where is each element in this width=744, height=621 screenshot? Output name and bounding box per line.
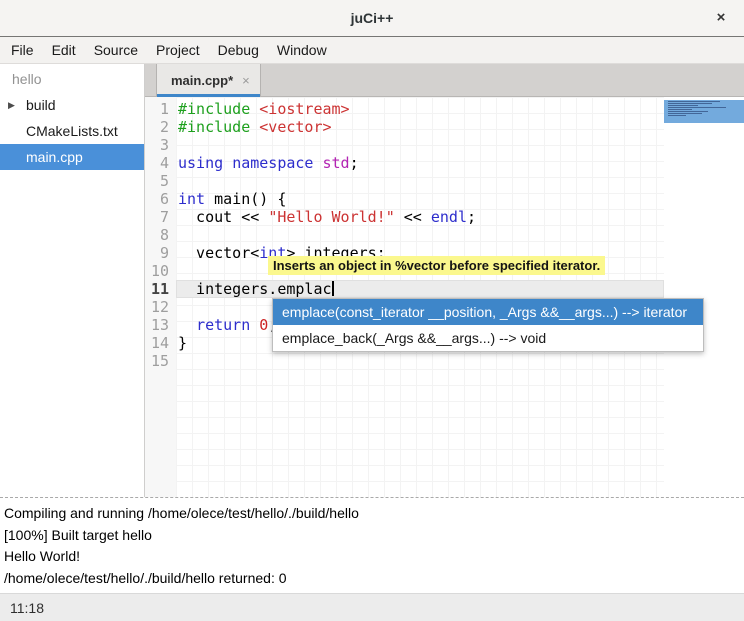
line-number: 14 xyxy=(145,334,176,352)
menu-item-debug[interactable]: Debug xyxy=(209,37,268,63)
window-title: juCi++ xyxy=(351,10,394,26)
code-line[interactable]: 5 xyxy=(145,172,664,190)
project-name: hello xyxy=(0,64,144,92)
code-line[interactable]: 1#include <iostream> xyxy=(145,100,664,118)
output-line: Compiling and running /home/olece/test/h… xyxy=(4,503,744,525)
code-line[interactable]: 6int main() { xyxy=(145,190,664,208)
code-line[interactable]: 7 cout << "Hello World!" << endl; xyxy=(145,208,664,226)
line-number: 3 xyxy=(145,136,176,154)
code-line-text[interactable] xyxy=(176,352,664,370)
file-tree-sidebar: hello ▶build CMakeLists.txt main.cpp xyxy=(0,64,145,497)
expander-icon[interactable]: ▶ xyxy=(8,100,15,111)
menu-item-file[interactable]: File xyxy=(2,37,43,63)
completion-item[interactable]: emplace_back(_Args &&__args...) --> void xyxy=(273,325,703,351)
menu-item-project[interactable]: Project xyxy=(147,37,209,63)
line-number: 6 xyxy=(145,190,176,208)
line-number: 4 xyxy=(145,154,176,172)
menubar: FileEditSourceProjectDebugWindow xyxy=(0,37,744,64)
file-tree: ▶build CMakeLists.txt main.cpp xyxy=(0,92,144,170)
window-close-icon[interactable]: × xyxy=(712,9,730,27)
code-line-text[interactable]: int main() { xyxy=(176,190,664,208)
menu-item-source[interactable]: Source xyxy=(85,37,147,63)
output-line: /home/olece/test/hello/./build/hello ret… xyxy=(4,568,744,590)
code-line-text[interactable]: cout << "Hello World!" << endl; xyxy=(176,208,664,226)
tree-item-label: CMakeLists.txt xyxy=(0,123,118,139)
line-number: 1 xyxy=(145,100,176,118)
line-number: 10 xyxy=(145,262,176,280)
code-line[interactable]: 11 integers.emplac xyxy=(145,280,664,298)
line-number: 5 xyxy=(145,172,176,190)
app-window: juCi++ × FileEditSourceProjectDebugWindo… xyxy=(0,0,744,621)
tree-item-build[interactable]: ▶build xyxy=(0,92,144,118)
code-editor[interactable]: 1#include <iostream>2#include <vector>34… xyxy=(145,97,744,497)
doc-tooltip: Inserts an object in %vector before spec… xyxy=(268,256,605,275)
code-line-text[interactable]: #include <iostream> xyxy=(176,100,664,118)
line-number: 8 xyxy=(145,226,176,244)
line-number: 7 xyxy=(145,208,176,226)
tree-item-cmakelists-txt[interactable]: CMakeLists.txt xyxy=(0,118,144,144)
minimap-code-preview xyxy=(668,101,720,102)
output-line: [100%] Built target hello xyxy=(4,525,744,547)
statusbar: 11:18 xyxy=(0,593,744,621)
completion-popup: emplace(const_iterator __position, _Args… xyxy=(272,298,704,352)
line-number: 9 xyxy=(145,244,176,262)
completion-item[interactable]: emplace(const_iterator __position, _Args… xyxy=(273,299,703,325)
tabbar: main.cpp* × xyxy=(145,64,744,97)
code-line[interactable]: 3 xyxy=(145,136,664,154)
code-line-text[interactable] xyxy=(176,172,664,190)
build-output-panel: Compiling and running /home/olece/test/h… xyxy=(0,497,744,593)
tree-item-label: main.cpp xyxy=(0,149,83,165)
line-number: 2 xyxy=(145,118,176,136)
tab-label: main.cpp* xyxy=(171,73,233,88)
text-cursor xyxy=(332,281,334,296)
code-line-text[interactable]: #include <vector> xyxy=(176,118,664,136)
editor-column: main.cpp* × 1#include <iostream>2#includ… xyxy=(145,64,744,497)
code-line[interactable]: 15 xyxy=(145,352,664,370)
menu-item-window[interactable]: Window xyxy=(268,37,336,63)
tab-main-cpp[interactable]: main.cpp* × xyxy=(156,64,261,96)
line-number: 12 xyxy=(145,298,176,316)
minimap-viewport[interactable] xyxy=(664,100,744,123)
main-area: hello ▶build CMakeLists.txt main.cpp main.… xyxy=(0,64,744,497)
code-line[interactable]: 8 xyxy=(145,226,664,244)
tab-close-icon[interactable]: × xyxy=(242,73,250,88)
titlebar: juCi++ × xyxy=(0,0,744,37)
line-number: 11 xyxy=(145,280,176,298)
status-time: 11:18 xyxy=(10,600,44,616)
line-number: 13 xyxy=(145,316,176,334)
code-line-text[interactable]: integers.emplac xyxy=(176,280,664,298)
code-line[interactable]: 4using namespace std; xyxy=(145,154,664,172)
output-line: Hello World! xyxy=(4,546,744,568)
code-line[interactable]: 2#include <vector> xyxy=(145,118,664,136)
code-line-text[interactable]: using namespace std; xyxy=(176,154,664,172)
menu-item-edit[interactable]: Edit xyxy=(43,37,85,63)
line-number: 15 xyxy=(145,352,176,370)
minimap[interactable] xyxy=(664,97,744,497)
code-line-text[interactable] xyxy=(176,226,664,244)
tree-item-main-cpp[interactable]: main.cpp xyxy=(0,144,144,170)
code-line-text[interactable] xyxy=(176,136,664,154)
